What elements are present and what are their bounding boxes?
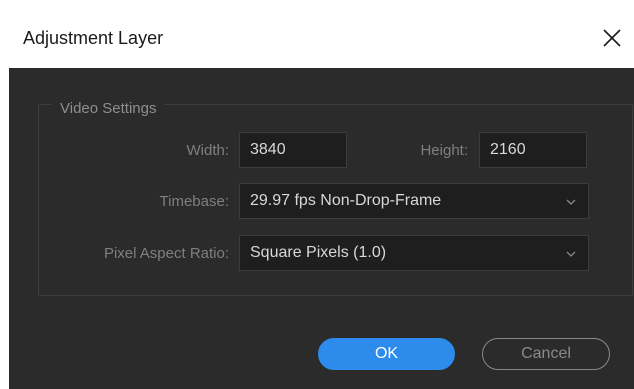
video-settings-legend: Video Settings	[52, 100, 165, 117]
pixel-aspect-ratio-value: Square Pixels (1.0)	[250, 244, 387, 261]
height-field[interactable]: 2160	[479, 132, 587, 168]
dialog-title: Adjustment Layer	[23, 28, 164, 48]
chevron-down-icon	[566, 199, 576, 205]
cancel-button[interactable]: Cancel	[482, 338, 610, 370]
pixel-aspect-ratio-label: Pixel Aspect Ratio:	[103, 245, 229, 262]
width-field[interactable]: 3840	[239, 132, 347, 168]
close-icon[interactable]	[601, 27, 623, 49]
timebase-value: 29.97 fps Non-Drop-Frame	[250, 192, 442, 209]
width-label: Width:	[186, 142, 229, 159]
height-label: Height:	[420, 142, 468, 159]
title-bar: Adjustment Layer	[9, 9, 634, 68]
timebase-label: Timebase:	[159, 193, 229, 210]
timebase-select[interactable]: 29.97 fps Non-Drop-Frame	[239, 183, 589, 219]
pixel-aspect-ratio-select[interactable]: Square Pixels (1.0)	[239, 235, 589, 271]
ok-button[interactable]: OK	[318, 338, 455, 370]
chevron-down-icon	[566, 251, 576, 257]
adjustment-layer-dialog: Adjustment Layer Video Settings Width: 3…	[9, 9, 634, 389]
